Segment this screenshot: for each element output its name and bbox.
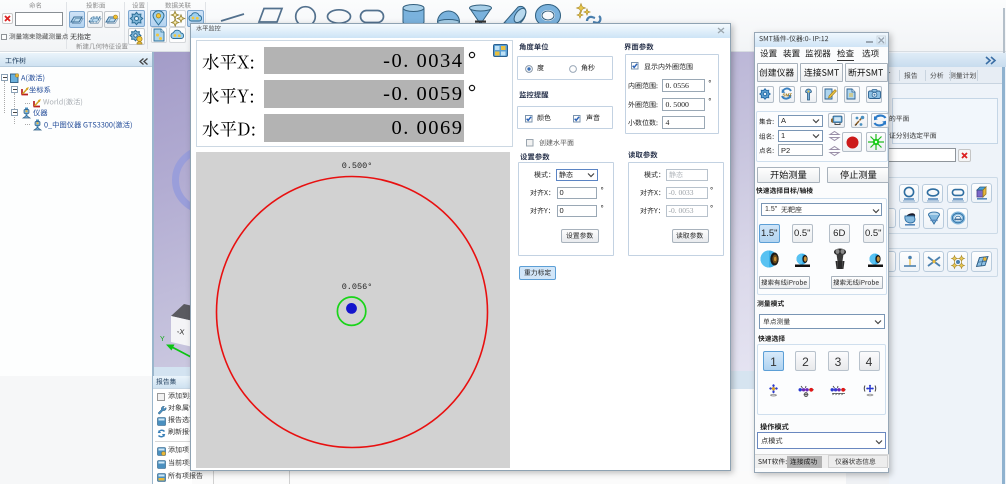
svg-text:-X: -X [176, 327, 185, 337]
svg-text:SMT: SMT [783, 93, 793, 98]
svg-text:Y: Y [160, 336, 165, 343]
